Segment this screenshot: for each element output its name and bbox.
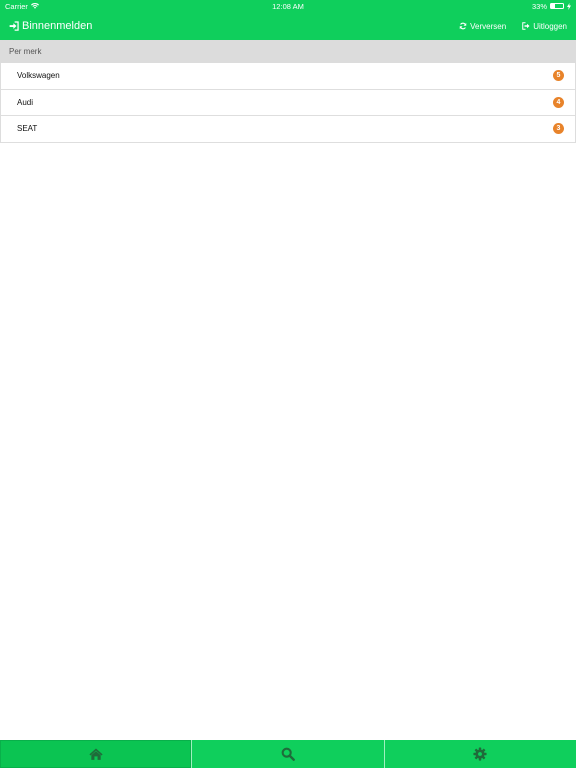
nav-actions: Verversen Uitloggen — [459, 22, 567, 31]
logout-button[interactable]: Uitloggen — [522, 22, 567, 31]
page-title: Binnenmelden — [22, 20, 93, 32]
logout-label: Uitloggen — [533, 21, 567, 31]
refresh-button[interactable]: Verversen — [459, 22, 506, 31]
section-header-label: Per merk — [9, 47, 42, 56]
tab-home[interactable] — [0, 740, 192, 768]
refresh-icon — [459, 22, 467, 30]
count-badge: 4 — [553, 96, 564, 108]
search-icon — [281, 747, 295, 761]
carrier-label: Carrier — [5, 1, 28, 11]
status-right: 33% — [532, 2, 571, 11]
status-left: Carrier — [5, 2, 39, 11]
home-icon — [89, 748, 103, 760]
brand-name: Audi — [17, 97, 34, 107]
tab-settings[interactable] — [383, 740, 576, 768]
battery-percent: 33% — [531, 1, 547, 11]
count-badge: 3 — [553, 123, 564, 135]
list-item-brand[interactable]: SEAT 3 — [1, 116, 575, 143]
status-bar: Carrier 12:08 AM 33% — [0, 0, 576, 12]
battery-fill — [551, 4, 555, 8]
battery-icon — [550, 3, 564, 9]
wifi-icon — [30, 3, 39, 9]
list-item-brand[interactable]: Volkswagen 5 — [1, 63, 575, 90]
list-item-brand[interactable]: Audi 4 — [1, 89, 575, 116]
refresh-label: Verversen — [470, 21, 507, 31]
sign-in-icon — [9, 21, 19, 31]
brand-name: Volkswagen — [17, 71, 60, 81]
nav-bar: Binnenmelden Verversen Uitloggen — [0, 12, 576, 40]
brand-name: SEAT — [17, 124, 38, 134]
sign-out-icon — [522, 22, 530, 30]
status-time: 12:08 AM — [272, 1, 304, 11]
brand-list: Volkswagen 5 Audi 4 SEAT 3 — [0, 63, 576, 143]
gear-icon — [473, 747, 487, 761]
tab-bar — [0, 740, 576, 768]
count-badge: 5 — [553, 70, 564, 82]
section-header: Per merk — [0, 40, 576, 63]
charging-icon — [567, 2, 571, 10]
tab-search[interactable] — [191, 740, 383, 768]
nav-title: Binnenmelden — [9, 20, 92, 32]
